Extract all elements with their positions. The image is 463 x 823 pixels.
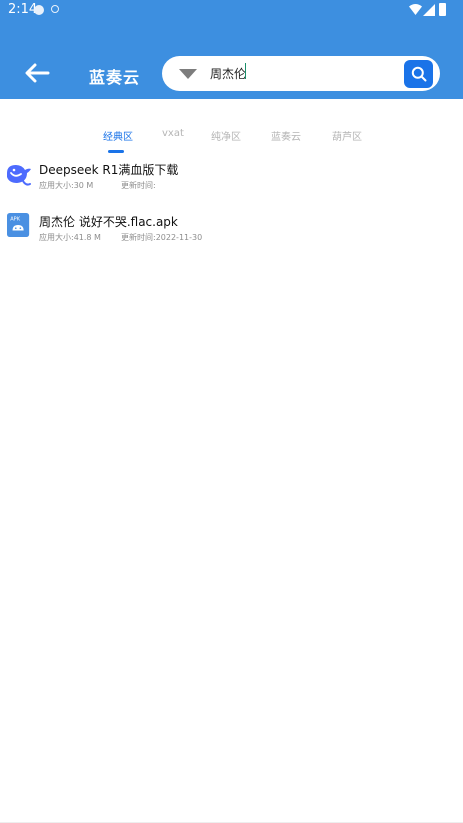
svg-text:APK: APK (10, 216, 21, 222)
item-update-time: 更新时间:2022-11-30 (121, 233, 203, 242)
chevron-down-icon[interactable] (179, 69, 197, 79)
status-time: 2:14 (8, 2, 38, 17)
search-icon (411, 66, 426, 82)
search-button[interactable] (404, 60, 433, 88)
item-size: 应用大小:30 M (39, 181, 94, 190)
back-arrow-icon (25, 63, 50, 83)
signal-icon (423, 4, 435, 16)
tab-classic[interactable]: 经典区 (103, 128, 133, 143)
list-item[interactable]: APK 周杰伦 说好不哭.flac.apk 应用大小:41.8 M 更新时间:2… (0, 212, 463, 256)
list-item[interactable]: Deepseek R1满血版下载 应用大小:30 M 更新时间: (0, 160, 463, 204)
active-tab-indicator (108, 150, 124, 153)
item-update-time: 更新时间: (121, 181, 156, 190)
item-title: 周杰伦 说好不哭.flac.apk (39, 215, 178, 229)
page-title: 蓝奏云 (89, 68, 141, 87)
wifi-icon (409, 4, 422, 15)
item-title: Deepseek R1满血版下载 (39, 163, 179, 177)
search-bar (162, 56, 440, 91)
search-input[interactable] (210, 61, 386, 85)
deepseek-whale-icon (7, 165, 31, 186)
sync-icon (51, 5, 59, 13)
apk-android-icon: APK (7, 213, 30, 237)
tab-pure[interactable]: 纯净区 (211, 128, 241, 143)
notification-icon (34, 5, 44, 15)
tab-hulu[interactable]: 葫芦区 (332, 128, 362, 143)
text-cursor (245, 63, 246, 79)
back-button[interactable] (20, 58, 54, 88)
tab-vxat[interactable]: vxat (162, 128, 184, 139)
tab-lanzou[interactable]: 蓝奏云 (271, 128, 301, 143)
category-tabs: 经典区 vxat 纯净区 蓝奏云 葫芦区 (0, 126, 463, 156)
battery-icon (439, 3, 446, 16)
item-size: 应用大小:41.8 M (39, 233, 101, 242)
status-bar: 2:14 (0, 0, 463, 20)
